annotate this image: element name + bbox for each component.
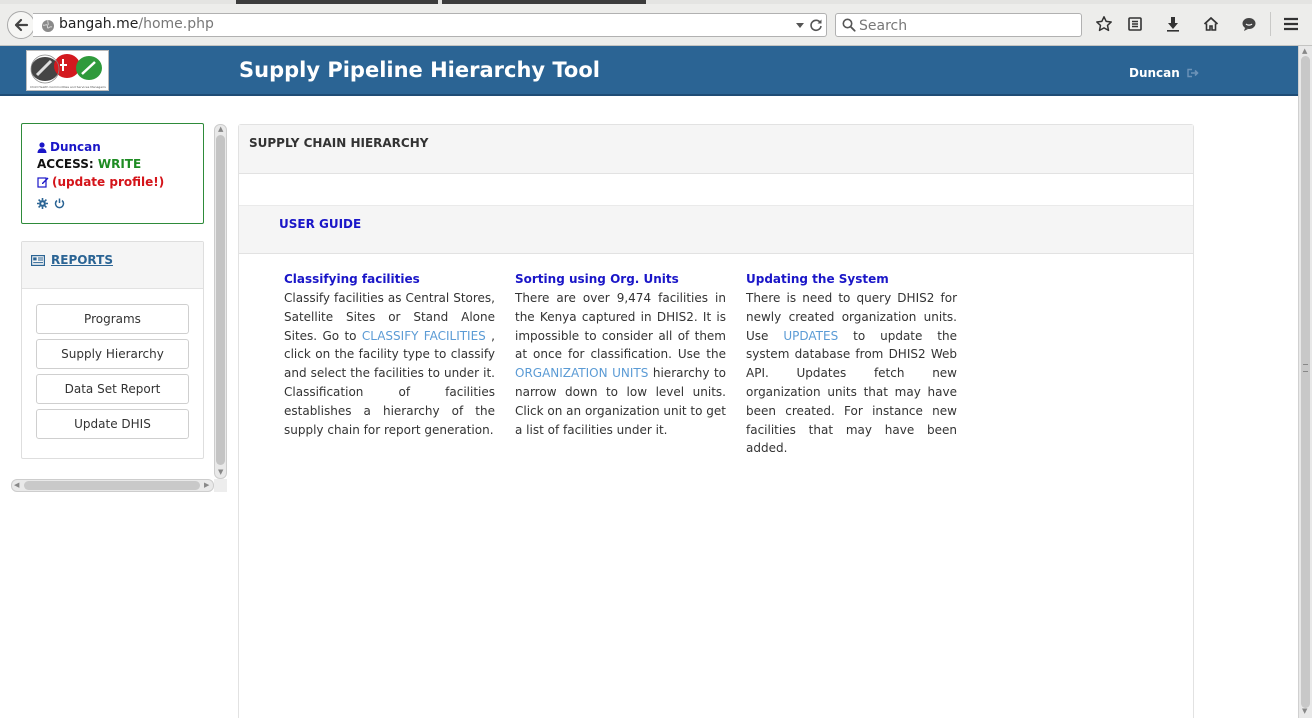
page-title: Supply Pipeline Hierarchy Tool (239, 58, 600, 82)
user-name-text: Duncan (50, 140, 101, 154)
site-header: Child Health Commodities and Services Ma… (0, 46, 1298, 96)
user-guide-title: USER GUIDE (279, 217, 362, 231)
update-profile-link[interactable]: (update profile!) (37, 175, 164, 189)
toolbar-separator (1270, 12, 1271, 36)
search-input[interactable] (859, 16, 1074, 35)
update-dhis-button[interactable]: Update DHIS (36, 409, 189, 439)
guide-heading: Classifying facilities (284, 272, 420, 286)
access-level: ACCESS: WRITE (37, 157, 141, 171)
logo-caption: Child Health Commodities and Services Ma… (30, 85, 106, 89)
chat-icon[interactable] (1239, 14, 1259, 34)
guide-text: There are over 9,474 facilities in the K… (515, 289, 726, 439)
search-icon (842, 18, 856, 32)
scrollbar-thumb[interactable] (24, 481, 200, 490)
organization-units-link[interactable]: ORGANIZATION UNITS (515, 366, 648, 380)
scroll-down-arrow-icon[interactable]: ▼ (218, 469, 223, 476)
update-profile-text: (update profile!) (52, 175, 165, 189)
reading-list-icon[interactable] (1125, 14, 1145, 34)
logo-mark-icon (30, 54, 102, 84)
classify-facilities-link[interactable]: CLASSIFY FACILITIES (362, 329, 486, 343)
guide-text-part: to update the system database from DHIS2… (746, 328, 957, 456)
reports-panel: REPORTS Programs Supply Hierarchy Data S… (21, 241, 204, 459)
user-actions (37, 198, 65, 209)
sign-out-icon[interactable] (1186, 67, 1200, 79)
scroll-right-arrow-icon[interactable]: ▶ (204, 482, 209, 489)
url-text: bangah.me/home.php (59, 16, 214, 32)
updates-link[interactable]: UPDATES (783, 329, 838, 343)
page-vertical-scrollbar[interactable]: ▲ ▼ (1298, 46, 1312, 718)
guide-text-part: There are over 9,474 facilities in the K… (515, 291, 726, 362)
reports-link[interactable]: REPORTS (31, 253, 113, 267)
user-guide-header: USER GUIDE (239, 205, 1193, 254)
download-icon[interactable] (1163, 14, 1183, 34)
scrollbar-corner (214, 479, 227, 492)
access-label: ACCESS: (37, 157, 94, 171)
main-panel-header: SUPPLY CHAIN HIERARCHY (239, 125, 1193, 174)
user-icon (37, 141, 47, 153)
arrow-left-icon (14, 18, 29, 32)
guide-column-classifying: Classifying facilities Classify faciliti… (284, 271, 495, 439)
tab-strip (0, 0, 1312, 4)
guide-text: There is need to query DHIS2 for newly c… (746, 289, 957, 458)
sidebar-horizontal-scrollbar[interactable]: ◀ ▶ (11, 479, 214, 492)
section-title: SUPPLY CHAIN HIERARCHY (249, 136, 429, 150)
supply-hierarchy-button[interactable]: Supply Hierarchy (36, 339, 189, 369)
browser-toolbar: bangah.me/home.php (0, 0, 1312, 46)
report-icon (31, 254, 45, 266)
scrollbar-thumb[interactable] (1301, 56, 1310, 708)
scroll-down-arrow-icon[interactable]: ▼ (1302, 708, 1307, 715)
search-bar (835, 13, 1082, 37)
url-path: /home.php (138, 16, 214, 32)
data-set-report-button[interactable]: Data Set Report (36, 374, 189, 404)
site-logo[interactable]: Child Health Commodities and Services Ma… (26, 50, 109, 91)
back-button[interactable] (7, 11, 35, 39)
header-username[interactable]: Duncan (1129, 66, 1180, 80)
hamburger-menu-icon[interactable] (1281, 14, 1301, 34)
scrollbar-grip (1303, 364, 1308, 372)
access-value: WRITE (97, 157, 142, 171)
sidebar-vertical-scrollbar[interactable]: ▲ ▼ (214, 124, 227, 479)
guide-heading: Sorting using Org. Units (515, 272, 679, 286)
tab-edge (442, 0, 646, 4)
url-bar[interactable]: bangah.me/home.php (33, 13, 827, 37)
user-name[interactable]: Duncan (37, 140, 101, 154)
scroll-left-arrow-icon[interactable]: ◀ (14, 482, 19, 489)
power-icon[interactable] (54, 198, 65, 209)
reload-icon[interactable] (809, 18, 823, 32)
guide-column-updating: Updating the System There is need to que… (746, 271, 957, 458)
guide-column-sorting: Sorting using Org. Units There are over … (515, 271, 726, 439)
guide-heading: Updating the System (746, 272, 889, 286)
guide-text-part: , click on the facility type to classify… (284, 328, 495, 437)
url-host: bangah.me (59, 16, 139, 32)
user-info-box: Duncan ACCESS: WRITE (update profile!) (21, 123, 204, 224)
home-icon[interactable] (1201, 14, 1221, 34)
main-panel: SUPPLY CHAIN HIERARCHY USER GUIDE Classi… (238, 124, 1194, 718)
scrollbar-thumb[interactable] (216, 135, 225, 465)
globe-icon (42, 19, 54, 32)
scroll-up-arrow-icon[interactable]: ▲ (218, 126, 223, 133)
chevron-down-icon[interactable] (795, 19, 805, 31)
reports-title: REPORTS (51, 253, 113, 267)
bookmark-star-icon[interactable] (1094, 14, 1114, 34)
edit-icon (37, 177, 49, 188)
scroll-up-arrow-icon[interactable]: ▲ (1302, 48, 1307, 55)
tab-edge (236, 0, 438, 4)
reports-header: REPORTS (22, 242, 203, 289)
guide-text: Classify facilities as Central Stores, S… (284, 289, 495, 439)
programs-button[interactable]: Programs (36, 304, 189, 334)
settings-icon[interactable] (37, 198, 48, 209)
